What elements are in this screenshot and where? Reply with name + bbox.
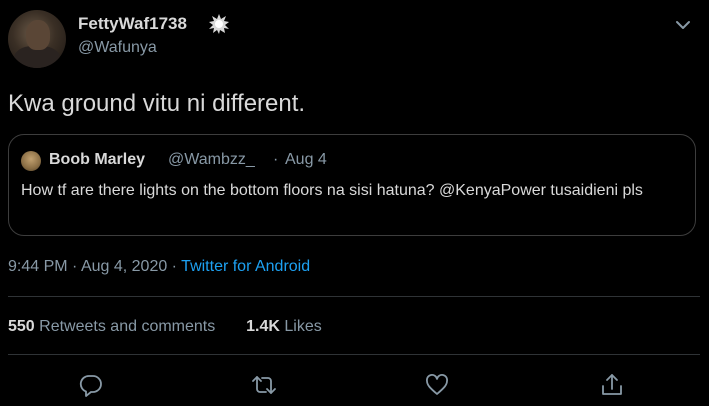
quoted-author-avatar	[21, 151, 41, 171]
quoted-author-handle: @Wambzz_	[168, 151, 255, 168]
likes-stat[interactable]: 1.4K Likes	[246, 318, 322, 335]
retweets-stat[interactable]: 550 Retweets and comments	[8, 318, 215, 335]
quoted-date: Aug 4	[285, 151, 327, 168]
retweet-icon[interactable]	[251, 372, 277, 398]
tweet-actions	[0, 370, 709, 400]
quoted-separator: ·	[273, 151, 279, 168]
tweet-card: FettyWaf1738 @Wafunya Kwa ground vitu ni…	[0, 0, 709, 406]
quoted-text: How tf are there lights on the bottom fl…	[21, 182, 643, 199]
tweet-time[interactable]: 9:44 PM	[8, 258, 68, 275]
divider	[8, 296, 700, 297]
likes-label: Likes	[284, 318, 322, 335]
chevron-down-icon[interactable]	[674, 16, 692, 34]
reply-icon[interactable]	[78, 372, 104, 398]
author-display-name[interactable]: FettyWaf1738	[78, 14, 187, 34]
meta-separator: ·	[167, 258, 182, 275]
author-avatar[interactable]	[8, 10, 66, 68]
tweet-metadata: 9:44 PM · Aug 4, 2020 · Twitter for Andr…	[8, 258, 310, 276]
tweet-header: FettyWaf1738 @Wafunya	[8, 10, 700, 70]
tweet-source-link[interactable]: Twitter for Android	[181, 258, 310, 275]
quoted-author-name: Boob Marley	[49, 151, 146, 168]
verified-badge-icon	[208, 13, 230, 35]
share-icon[interactable]	[599, 372, 625, 398]
divider	[8, 354, 700, 355]
tweet-stats: 550 Retweets and comments 1.4K Likes	[8, 318, 322, 336]
heart-icon[interactable]	[424, 372, 450, 398]
retweets-label: Retweets and comments	[39, 318, 216, 335]
tweet-text: Kwa ground vitu ni different.	[8, 90, 306, 117]
tweet-date[interactable]: Aug 4, 2020	[81, 258, 167, 275]
quoted-tweet[interactable]: Boob Marley @Wambzz_ · Aug 4 How tf are …	[8, 134, 696, 236]
avatar-figure-face	[26, 20, 50, 50]
likes-count: 1.4K	[246, 318, 280, 335]
meta-separator: ·	[67, 258, 81, 275]
retweets-count: 550	[8, 318, 35, 335]
author-handle[interactable]: @Wafunya	[78, 39, 157, 57]
